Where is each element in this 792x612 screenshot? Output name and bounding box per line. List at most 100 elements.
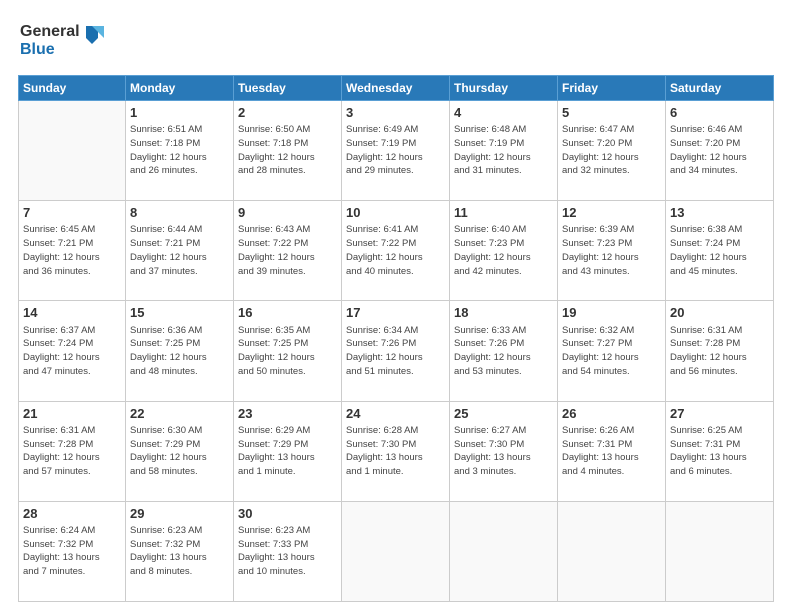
header: General Blue: [18, 18, 774, 65]
day-number: 11: [454, 204, 553, 222]
day-number: 17: [346, 304, 445, 322]
week-row-1: 1Sunrise: 6:51 AM Sunset: 7:18 PM Daylig…: [19, 101, 774, 201]
day-info: Sunrise: 6:23 AM Sunset: 7:33 PM Dayligh…: [238, 524, 337, 579]
calendar-cell: [450, 501, 558, 601]
calendar-cell: 2Sunrise: 6:50 AM Sunset: 7:18 PM Daylig…: [234, 101, 342, 201]
day-info: Sunrise: 6:35 AM Sunset: 7:25 PM Dayligh…: [238, 324, 337, 379]
day-info: Sunrise: 6:29 AM Sunset: 7:29 PM Dayligh…: [238, 424, 337, 479]
weekday-header-saturday: Saturday: [666, 76, 774, 101]
week-row-3: 14 Sunrise: 6:37 AM Sunset: 7:24 PM Dayli…: [19, 301, 774, 401]
day-info: Sunrise: 6:32 AM Sunset: 7:27 PM Dayligh…: [562, 324, 661, 379]
day-info: Sunrise: 6:23 AM Sunset: 7:32 PM Dayligh…: [130, 524, 229, 579]
calendar-cell: 26Sunrise: 6:26 AM Sunset: 7:31 PM Dayli…: [558, 401, 666, 501]
calendar-cell: [558, 501, 666, 601]
day-number: 18: [454, 304, 553, 322]
calendar-cell: 20 Sunrise: 6:31 AM Sunset: 7:28 PM Dayli…: [666, 301, 774, 401]
day-info: Sunrise: 6:41 AM Sunset: 7:22 PM Dayligh…: [346, 223, 445, 278]
week-row-5: 28Sunrise: 6:24 AM Sunset: 7:32 PM Dayli…: [19, 501, 774, 601]
calendar-cell: 7Sunrise: 6:45 AM Sunset: 7:21 PM Daylig…: [19, 201, 126, 301]
day-info: Sunrise: 6:50 AM Sunset: 7:18 PM Dayligh…: [238, 123, 337, 178]
calendar-cell: 8Sunrise: 6:44 AM Sunset: 7:21 PM Daylig…: [126, 201, 234, 301]
day-number: 14: [23, 304, 121, 322]
day-number: 1: [130, 104, 229, 122]
svg-text:General: General: [20, 23, 80, 40]
day-info: Sunrise: 6:30 AM Sunset: 7:29 PM Dayligh…: [130, 424, 229, 479]
day-info: Sunrise: 6:45 AM Sunset: 7:21 PM Dayligh…: [23, 223, 121, 278]
day-info: Sunrise: 6:46 AM Sunset: 7:20 PM Dayligh…: [670, 123, 769, 178]
calendar-cell: 5Sunrise: 6:47 AM Sunset: 7:20 PM Daylig…: [558, 101, 666, 201]
day-info: Sunrise: 6:48 AM Sunset: 7:19 PM Dayligh…: [454, 123, 553, 178]
calendar-cell: 19 Sunrise: 6:32 AM Sunset: 7:27 PM Dayli…: [558, 301, 666, 401]
svg-text:Blue: Blue: [20, 41, 55, 58]
calendar-cell: 10Sunrise: 6:41 AM Sunset: 7:22 PM Dayli…: [342, 201, 450, 301]
day-info: Sunrise: 6:37 AM Sunset: 7:24 PM Dayligh…: [23, 324, 121, 379]
calendar-cell: 17 Sunrise: 6:34 AM Sunset: 7:26 PM Dayli…: [342, 301, 450, 401]
calendar-cell: 30Sunrise: 6:23 AM Sunset: 7:33 PM Dayli…: [234, 501, 342, 601]
day-info: Sunrise: 6:51 AM Sunset: 7:18 PM Dayligh…: [130, 123, 229, 178]
calendar-cell: 21Sunrise: 6:31 AM Sunset: 7:28 PM Dayli…: [19, 401, 126, 501]
weekday-header-tuesday: Tuesday: [234, 76, 342, 101]
day-info: Sunrise: 6:47 AM Sunset: 7:20 PM Dayligh…: [562, 123, 661, 178]
weekday-header-friday: Friday: [558, 76, 666, 101]
calendar-cell: 15 Sunrise: 6:36 AM Sunset: 7:25 PM Dayli…: [126, 301, 234, 401]
day-number: 15: [130, 304, 229, 322]
calendar-cell: 13Sunrise: 6:38 AM Sunset: 7:24 PM Dayli…: [666, 201, 774, 301]
calendar-cell: 25Sunrise: 6:27 AM Sunset: 7:30 PM Dayli…: [450, 401, 558, 501]
day-number: 5: [562, 104, 661, 122]
day-number: 21: [23, 405, 121, 423]
calendar-cell: 22Sunrise: 6:30 AM Sunset: 7:29 PM Dayli…: [126, 401, 234, 501]
calendar-cell: 9Sunrise: 6:43 AM Sunset: 7:22 PM Daylig…: [234, 201, 342, 301]
weekday-header-wednesday: Wednesday: [342, 76, 450, 101]
day-number: 22: [130, 405, 229, 423]
calendar-cell: [666, 501, 774, 601]
day-info: Sunrise: 6:26 AM Sunset: 7:31 PM Dayligh…: [562, 424, 661, 479]
calendar-cell: 18 Sunrise: 6:33 AM Sunset: 7:26 PM Dayli…: [450, 301, 558, 401]
calendar-table: SundayMondayTuesdayWednesdayThursdayFrid…: [18, 75, 774, 602]
day-number: 6: [670, 104, 769, 122]
day-number: 10: [346, 204, 445, 222]
weekday-header-row: SundayMondayTuesdayWednesdayThursdayFrid…: [19, 76, 774, 101]
calendar-cell: 29Sunrise: 6:23 AM Sunset: 7:32 PM Dayli…: [126, 501, 234, 601]
day-info: Sunrise: 6:31 AM Sunset: 7:28 PM Dayligh…: [670, 324, 769, 379]
day-number: 20: [670, 304, 769, 322]
day-number: 25: [454, 405, 553, 423]
calendar-cell: 1Sunrise: 6:51 AM Sunset: 7:18 PM Daylig…: [126, 101, 234, 201]
day-number: 12: [562, 204, 661, 222]
calendar-cell: 27Sunrise: 6:25 AM Sunset: 7:31 PM Dayli…: [666, 401, 774, 501]
day-number: 2: [238, 104, 337, 122]
day-number: 19: [562, 304, 661, 322]
day-number: 30: [238, 505, 337, 523]
day-info: Sunrise: 6:24 AM Sunset: 7:32 PM Dayligh…: [23, 524, 121, 579]
calendar-cell: [342, 501, 450, 601]
calendar-cell: [19, 101, 126, 201]
day-info: Sunrise: 6:36 AM Sunset: 7:25 PM Dayligh…: [130, 324, 229, 379]
day-info: Sunrise: 6:34 AM Sunset: 7:26 PM Dayligh…: [346, 324, 445, 379]
calendar-cell: 12Sunrise: 6:39 AM Sunset: 7:23 PM Dayli…: [558, 201, 666, 301]
day-number: 23: [238, 405, 337, 423]
day-info: Sunrise: 6:43 AM Sunset: 7:22 PM Dayligh…: [238, 223, 337, 278]
day-number: 24: [346, 405, 445, 423]
day-info: Sunrise: 6:28 AM Sunset: 7:30 PM Dayligh…: [346, 424, 445, 479]
day-number: 13: [670, 204, 769, 222]
day-info: Sunrise: 6:31 AM Sunset: 7:28 PM Dayligh…: [23, 424, 121, 479]
day-info: Sunrise: 6:49 AM Sunset: 7:19 PM Dayligh…: [346, 123, 445, 178]
calendar-cell: 16Sunrise: 6:35 AM Sunset: 7:25 PM Dayli…: [234, 301, 342, 401]
day-number: 7: [23, 204, 121, 222]
day-number: 28: [23, 505, 121, 523]
day-info: Sunrise: 6:38 AM Sunset: 7:24 PM Dayligh…: [670, 223, 769, 278]
day-info: Sunrise: 6:25 AM Sunset: 7:31 PM Dayligh…: [670, 424, 769, 479]
calendar-cell: 3Sunrise: 6:49 AM Sunset: 7:19 PM Daylig…: [342, 101, 450, 201]
day-info: Sunrise: 6:27 AM Sunset: 7:30 PM Dayligh…: [454, 424, 553, 479]
weekday-header-monday: Monday: [126, 76, 234, 101]
day-info: Sunrise: 6:40 AM Sunset: 7:23 PM Dayligh…: [454, 223, 553, 278]
day-number: 29: [130, 505, 229, 523]
day-number: 27: [670, 405, 769, 423]
day-info: Sunrise: 6:33 AM Sunset: 7:26 PM Dayligh…: [454, 324, 553, 379]
page: General Blue SundayMondayTuesdayWednesda…: [0, 0, 792, 612]
weekday-header-sunday: Sunday: [19, 76, 126, 101]
calendar-cell: 14 Sunrise: 6:37 AM Sunset: 7:24 PM Dayli…: [19, 301, 126, 401]
day-number: 9: [238, 204, 337, 222]
calendar-cell: 4Sunrise: 6:48 AM Sunset: 7:19 PM Daylig…: [450, 101, 558, 201]
day-info: Sunrise: 6:39 AM Sunset: 7:23 PM Dayligh…: [562, 223, 661, 278]
calendar-cell: 6Sunrise: 6:46 AM Sunset: 7:20 PM Daylig…: [666, 101, 774, 201]
